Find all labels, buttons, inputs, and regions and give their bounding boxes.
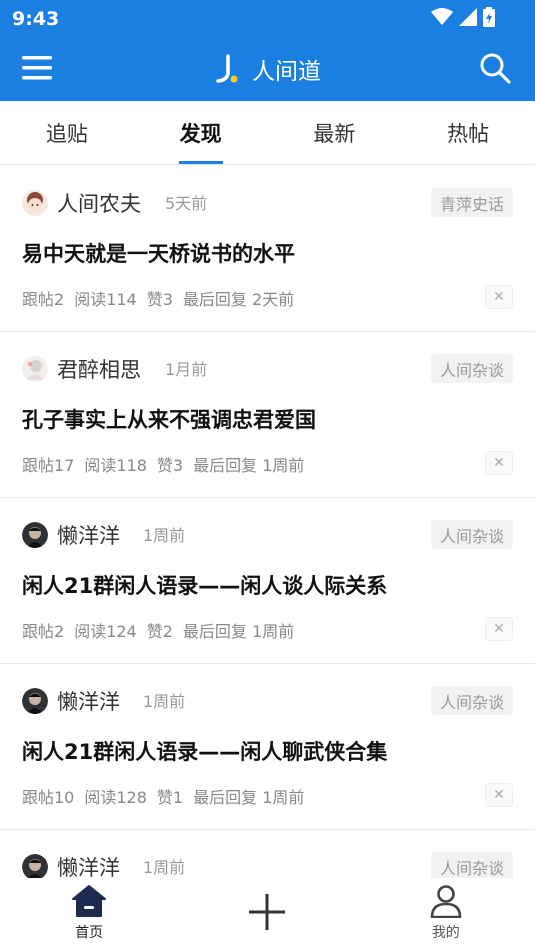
nav-home-label: 首页 xyxy=(75,925,104,941)
category-badge[interactable]: 人间杂谈 xyxy=(430,686,513,715)
post-feed: 人间农夫 5天前 青萍史话 易中天就是一天桥说书的水平 跟帖2 阅读114 赞3… xyxy=(0,166,535,878)
post-title[interactable]: 闲人21群闲人语录——闲人谈人际关系 xyxy=(22,570,387,600)
read-count: 阅读118 xyxy=(84,456,147,475)
signal-icon xyxy=(459,8,477,26)
nav-mine-label: 我的 xyxy=(431,925,460,941)
post-item[interactable]: 懒洋洋 1周前 人间杂谈 闲人21群闲人语录——闲人谈人际关系 跟帖2 阅读12… xyxy=(0,498,535,664)
toolbar: 人间道 xyxy=(0,36,535,101)
post-item[interactable]: 君醉相思 1月前 人间杂谈 孔子事实上从来不强调忠君爱国 跟帖17 阅读118 … xyxy=(0,332,535,498)
app-title-group: 人间道 xyxy=(0,36,535,101)
post-item[interactable]: 懒洋洋 1周前 人间杂谈 xyxy=(0,830,535,878)
dismiss-close-icon[interactable]: ✕ xyxy=(485,451,513,475)
avatar[interactable] xyxy=(22,522,48,548)
post-time: 1周前 xyxy=(143,858,186,877)
app-title: 人间道 xyxy=(252,58,321,85)
like-count: 赞3 xyxy=(156,456,184,475)
nav-new-post[interactable] xyxy=(178,878,356,951)
post-time: 1月前 xyxy=(165,360,208,379)
like-count: 赞3 xyxy=(146,290,173,309)
category-badge[interactable]: 青萍史话 xyxy=(430,188,513,217)
category-badge[interactable]: 人间杂谈 xyxy=(430,852,513,878)
post-time: 1周前 xyxy=(143,526,186,545)
like-count: 赞2 xyxy=(146,622,173,641)
status-icons xyxy=(431,7,495,27)
app-logo-icon xyxy=(216,53,238,83)
author-name[interactable]: 懒洋洋 xyxy=(57,852,120,878)
post-time: 1周前 xyxy=(143,692,186,711)
nav-home[interactable]: 首页 xyxy=(0,878,178,951)
avatar[interactable] xyxy=(22,688,48,714)
bottom-nav: 首页 我的 xyxy=(0,878,535,951)
like-count: 赞1 xyxy=(156,788,184,807)
post-time: 5天前 xyxy=(165,194,208,213)
home-icon xyxy=(72,885,107,917)
dismiss-close-icon[interactable]: ✕ xyxy=(485,783,513,807)
tab-latest[interactable]: 最新 xyxy=(268,101,402,164)
last-reply: 最后回复 2天前 xyxy=(182,290,295,309)
last-reply: 最后回复 1周前 xyxy=(193,788,305,807)
read-count: 阅读128 xyxy=(84,788,147,807)
author-name[interactable]: 人间农夫 xyxy=(57,188,141,218)
author-name[interactable]: 君醉相思 xyxy=(57,354,141,384)
reply-count: 跟帖17 xyxy=(22,456,75,475)
author-name[interactable]: 懒洋洋 xyxy=(57,520,120,550)
last-reply: 最后回复 1周前 xyxy=(182,622,295,641)
reply-count: 跟帖10 xyxy=(22,788,75,807)
reply-count: 跟帖2 xyxy=(22,622,65,641)
post-stats: 跟帖2 阅读114 赞3 最后回复 2天前 xyxy=(22,286,294,310)
category-badge[interactable]: 人间杂谈 xyxy=(430,520,513,549)
user-icon xyxy=(430,885,462,918)
app-bar: 9:43 人间道 xyxy=(0,0,535,101)
wifi-icon xyxy=(431,8,453,25)
tab-hot[interactable]: 热帖 xyxy=(401,101,535,164)
status-time: 9:43 xyxy=(12,8,60,30)
avatar[interactable] xyxy=(22,356,48,382)
post-stats: 跟帖10 阅读128 赞1 最后回复 1周前 xyxy=(22,784,304,808)
plus-icon xyxy=(249,894,286,930)
author-name[interactable]: 懒洋洋 xyxy=(57,686,120,716)
post-stats: 跟帖17 阅读118 赞3 最后回复 1周前 xyxy=(22,452,304,476)
last-reply: 最后回复 1周前 xyxy=(193,456,305,475)
category-badge[interactable]: 人间杂谈 xyxy=(430,354,513,383)
avatar[interactable] xyxy=(22,854,48,878)
post-item[interactable]: 懒洋洋 1周前 人间杂谈 闲人21群闲人语录——闲人聊武侠合集 跟帖10 阅读1… xyxy=(0,664,535,830)
tab-bar: 追贴 发现 最新 热帖 xyxy=(0,101,535,165)
read-count: 阅读124 xyxy=(74,622,137,641)
search-icon[interactable] xyxy=(479,52,511,84)
post-title[interactable]: 闲人21群闲人语录——闲人聊武侠合集 xyxy=(22,736,387,766)
post-item[interactable]: 人间农夫 5天前 青萍史话 易中天就是一天桥说书的水平 跟帖2 阅读114 赞3… xyxy=(0,166,535,332)
avatar[interactable] xyxy=(22,190,48,216)
post-title[interactable]: 孔子事实上从来不强调忠君爱国 xyxy=(22,404,316,434)
tab-discover[interactable]: 发现 xyxy=(134,101,268,164)
dismiss-close-icon[interactable]: ✕ xyxy=(485,617,513,641)
post-title[interactable]: 易中天就是一天桥说书的水平 xyxy=(22,238,295,268)
dismiss-close-icon[interactable]: ✕ xyxy=(485,285,513,309)
reply-count: 跟帖2 xyxy=(22,290,65,309)
read-count: 阅读114 xyxy=(74,290,137,309)
status-bar: 9:43 xyxy=(0,0,535,36)
nav-mine[interactable]: 我的 xyxy=(357,878,535,951)
post-stats: 跟帖2 阅读124 赞2 最后回复 1周前 xyxy=(22,618,294,642)
battery-icon xyxy=(483,7,495,27)
tab-following[interactable]: 追贴 xyxy=(0,101,134,164)
